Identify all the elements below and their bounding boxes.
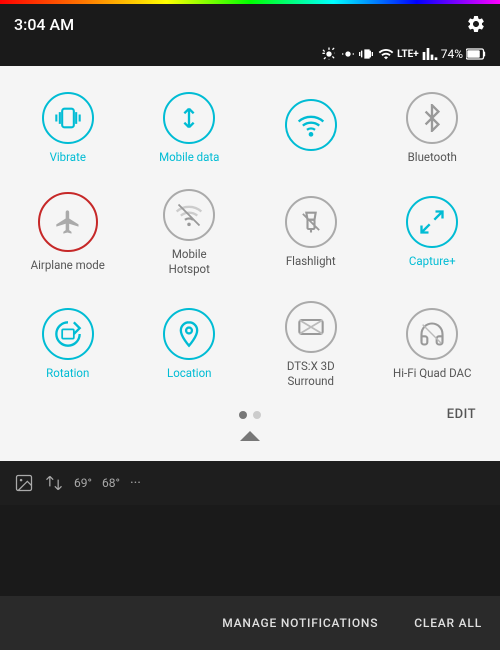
vibrate-label: Vibrate <box>50 150 86 165</box>
edit-button[interactable]: EDIT <box>447 407 476 422</box>
image-notif-icon <box>14 473 34 493</box>
qs-rotation[interactable]: Rotation <box>10 291 126 397</box>
manage-notifications-button[interactable]: MANAGE NOTIFICATIONS <box>204 608 396 638</box>
location-icon <box>175 320 203 348</box>
location-icon-wrap <box>163 308 215 360</box>
qs-mobile-data[interactable]: Mobile data <box>132 82 248 173</box>
wifi-icon <box>297 111 325 139</box>
vibrate-status-icon <box>359 46 375 62</box>
hotspot-icon-wrap <box>163 189 215 241</box>
capture-icon <box>418 208 446 236</box>
qs-location[interactable]: Location <box>132 291 248 397</box>
temp2-text: 68° <box>102 476 120 490</box>
status-bar: 3:04 AM <box>0 4 500 44</box>
qs-airplane[interactable]: Airplane mode <box>10 179 126 285</box>
battery-percent: 74% <box>441 47 463 61</box>
flashlight-label: Flashlight <box>286 254 336 269</box>
battery-icon <box>466 48 486 60</box>
hifi-icon-wrap <box>406 308 458 360</box>
rotation-label: Rotation <box>46 366 89 381</box>
brightness-minus-icon <box>340 46 356 62</box>
quick-settings-panel: Vibrate Mobile data <box>0 66 500 461</box>
page-dot-2[interactable] <box>253 411 261 419</box>
capture-icon-wrap <box>406 196 458 248</box>
dts-label: DTS:X 3D Surround <box>287 359 335 389</box>
more-notif-text: ··· <box>130 475 141 491</box>
notification-strip: 69° 68° ··· <box>0 461 500 505</box>
signal-row: LTE+ 74% <box>0 44 500 66</box>
wifi-icon-wrap <box>285 99 337 151</box>
mobile-data-icon <box>175 104 203 132</box>
pagination-row: EDIT <box>10 403 490 423</box>
status-time: 3:04 AM <box>14 15 74 34</box>
capture-label: Capture+ <box>409 254 456 269</box>
flashlight-icon-wrap <box>285 196 337 248</box>
bluetooth-icon <box>418 104 446 132</box>
airplane-icon <box>54 208 82 236</box>
lte-badge: LTE+ <box>397 49 419 60</box>
qs-vibrate[interactable]: Vibrate <box>10 82 126 173</box>
hifi-icon <box>418 320 446 348</box>
qs-bluetooth[interactable]: Bluetooth <box>375 82 491 173</box>
vibrate-icon <box>54 104 82 132</box>
bottom-bar: MANAGE NOTIFICATIONS CLEAR ALL <box>0 596 500 650</box>
mobile-data-icon-wrap <box>163 92 215 144</box>
clear-all-button[interactable]: CLEAR ALL <box>396 608 500 638</box>
dts-icon <box>297 313 325 341</box>
qs-dts[interactable]: DTS:X 3D Surround <box>253 291 369 397</box>
gear-icon[interactable] <box>466 14 486 34</box>
swap-notif-icon <box>44 473 64 493</box>
temp1-text: 69° <box>74 476 92 490</box>
hotspot-label: Mobile Hotspot <box>169 247 210 277</box>
qs-hifi[interactable]: Hi-Fi Quad DAC <box>375 291 491 397</box>
vibrate-icon-wrap <box>42 92 94 144</box>
rotation-icon <box>54 320 82 348</box>
qs-hotspot[interactable]: Mobile Hotspot <box>132 179 248 285</box>
brightness-icon <box>321 46 337 62</box>
airplane-label: Airplane mode <box>31 258 105 273</box>
qs-capture[interactable]: Capture+ <box>375 179 491 285</box>
wifi-status-icon <box>378 46 394 62</box>
qs-wifi[interactable] <box>253 82 369 173</box>
dts-icon-wrap <box>285 301 337 353</box>
chevron-up-icon <box>238 429 262 443</box>
qs-flashlight[interactable]: Flashlight <box>253 179 369 285</box>
bluetooth-label: Bluetooth <box>408 150 457 165</box>
page-dot-1[interactable] <box>239 411 247 419</box>
location-label: Location <box>167 366 212 381</box>
signal-bars-icon <box>422 46 438 62</box>
hotspot-icon <box>175 201 203 229</box>
quick-settings-grid: Vibrate Mobile data <box>10 82 490 397</box>
expand-handle[interactable] <box>10 423 490 451</box>
airplane-circle-border <box>38 192 98 252</box>
hifi-label: Hi-Fi Quad DAC <box>393 366 471 381</box>
flashlight-icon <box>297 208 325 236</box>
mobile-data-label: Mobile data <box>159 150 219 165</box>
bluetooth-icon-wrap <box>406 92 458 144</box>
rotation-icon-wrap <box>42 308 94 360</box>
status-icons <box>466 14 486 34</box>
